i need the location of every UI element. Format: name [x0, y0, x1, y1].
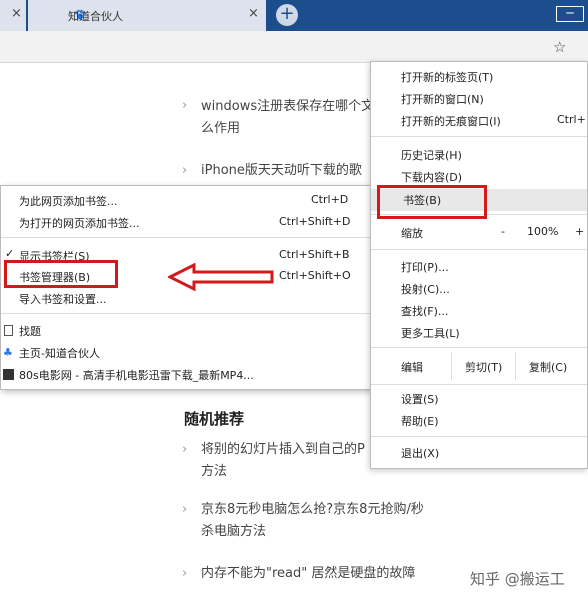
arrow-left-icon: [168, 262, 274, 292]
chevron-right-icon: ›: [182, 442, 188, 457]
watermark: 知乎 @搬运工: [470, 570, 565, 588]
menu-item-shortcut: Ctrl+D: [311, 193, 349, 206]
article-title: 京东8元秒电脑怎么抢?京东8元抢购/秒: [201, 502, 424, 517]
paw-icon: ♣: [3, 346, 13, 359]
menu-divider: [515, 352, 516, 380]
tab-close-icon[interactable]: ×: [11, 6, 22, 21]
menu-item-bookmark-all[interactable]: 为打开的网页添加书签... Ctrl+Shift+D: [1, 212, 371, 234]
menu-item-cast[interactable]: 投射(C)...: [371, 278, 587, 300]
menu-item-label: 退出(X): [401, 447, 440, 460]
menu-item-label: 查找(F)...: [401, 305, 449, 318]
article-title: iPhone版天天动听下载的歌: [201, 163, 362, 178]
new-tab-button[interactable]: +: [276, 4, 298, 26]
menu-item-bookmark-page[interactable]: 为此网页添加书签... Ctrl+D: [1, 190, 371, 212]
chevron-right-icon: ›: [182, 163, 188, 178]
bookmark-item[interactable]: 80s电影网 - 高清手机电影迅雷下载_最新MP4...: [1, 364, 371, 386]
article-title-cont: 方法: [201, 464, 228, 479]
menu-item-more-tools[interactable]: 更多工具(L): [371, 322, 587, 344]
zoom-level: 100%: [527, 225, 559, 238]
menu-item-label: 为此网页添加书签...: [19, 195, 118, 208]
menu-item-shortcut: Ctrl+Shift+B: [279, 248, 350, 261]
copy-button[interactable]: 复制(C): [529, 359, 567, 375]
zoom-out-button[interactable]: -: [501, 225, 505, 238]
menu-item-label: 为打开的网页添加书签...: [19, 217, 140, 230]
menu-item-help[interactable]: 帮助(E): [371, 410, 587, 432]
chevron-right-icon: ›: [182, 566, 188, 581]
zoom-in-button[interactable]: +: [575, 225, 584, 238]
browser-toolbar: ☆: [0, 31, 588, 63]
menu-item-label: 打印(P)...: [401, 261, 449, 274]
menu-item-shortcut: Ctrl+Shift+O: [279, 269, 351, 282]
menu-item-label: 设置(S): [401, 393, 439, 406]
article-link[interactable]: 京东8元秒电脑怎么抢?京东8元抢购/秒 杀电脑方法: [201, 499, 424, 543]
bookmark-label: 找题: [19, 325, 41, 338]
menu-separator: [371, 249, 587, 250]
menu-separator: [371, 384, 587, 385]
cut-button[interactable]: 剪切(T): [465, 359, 502, 375]
menu-item-shortcut: Ctrl+: [557, 113, 586, 126]
article-title: 将别的幻灯片插入到自己的P: [201, 442, 365, 457]
menu-item-label: 帮助(E): [401, 415, 439, 428]
menu-item-label: 导入书签和设置...: [19, 293, 107, 306]
tab-zhidao[interactable]: 知道合伙人 ×: [28, 0, 266, 31]
bookmark-label: 80s电影网 - 高清手机电影迅雷下载_最新MP4...: [19, 369, 254, 382]
menu-item-label: 打开新的标签页(T): [401, 71, 494, 84]
menu-item-label: 打开新的无痕窗口(I): [401, 115, 501, 128]
article-link[interactable]: iPhone版天天动听下载的歌: [201, 160, 362, 182]
article-title-cont: 么作用: [201, 121, 241, 136]
article-link[interactable]: 内存不能为"read" 居然是硬盘的故障: [201, 563, 415, 585]
section-title: 随机推荐: [184, 410, 245, 428]
menu-item-history[interactable]: 历史记录(H): [371, 144, 587, 166]
menu-item-label: 投射(C)...: [401, 283, 450, 296]
menu-item-exit[interactable]: 退出(X): [371, 442, 587, 464]
film-icon: [3, 369, 14, 380]
menu-separator: [371, 136, 587, 137]
browser-main-menu: 打开新的标签页(T) 打开新的窗口(N) 打开新的无痕窗口(I) Ctrl+ 历…: [370, 61, 588, 469]
bookmark-star-icon[interactable]: ☆: [553, 38, 566, 56]
menu-item-label: 更多工具(L): [401, 327, 460, 340]
menu-item-label: 下载内容(D): [401, 171, 463, 184]
menu-separator: [371, 347, 587, 348]
tab-close-icon[interactable]: ×: [248, 6, 259, 21]
menu-item-incognito[interactable]: 打开新的无痕窗口(I) Ctrl+: [371, 110, 587, 132]
tab-label: 知道合伙人: [68, 10, 123, 23]
edit-row: 编辑 剪切(T) 复制(C): [371, 352, 587, 380]
menu-item-find[interactable]: 查找(F)...: [371, 300, 587, 322]
menu-item-print[interactable]: 打印(P)...: [371, 256, 587, 278]
article-title: 内存不能为"read" 居然是硬盘的故障: [201, 566, 416, 581]
article-title: windows注册表保存在哪个文: [201, 99, 375, 114]
article-link[interactable]: 将别的幻灯片插入到自己的P 方法: [201, 439, 365, 483]
menu-item-settings[interactable]: 设置(S): [371, 388, 587, 410]
highlight-box-bookmark-manager: [4, 260, 118, 288]
bookmark-label: 主页-知道合伙人: [19, 347, 100, 360]
menu-divider: [451, 352, 452, 380]
highlight-box-bookmarks: [377, 185, 487, 219]
zoom-label: 缩放: [401, 227, 423, 240]
bookmark-item[interactable]: ♣ 主页-知道合伙人: [1, 342, 371, 364]
chevron-right-icon: ›: [182, 98, 188, 113]
article-link[interactable]: windows注册表保存在哪个文 么作用: [201, 96, 374, 140]
menu-separator: [371, 436, 587, 437]
menu-item-label: 历史记录(H): [401, 149, 462, 162]
menu-separator: [1, 313, 371, 314]
menu-item-shortcut: Ctrl+Shift+D: [279, 215, 351, 228]
edit-label: 编辑: [401, 361, 423, 374]
check-icon: ✓: [5, 247, 15, 260]
menu-item-new-window[interactable]: 打开新的窗口(N): [371, 88, 587, 110]
tab-strip: × 知道合伙人 × + ─: [0, 0, 588, 31]
menu-separator: [1, 237, 371, 238]
chevron-right-icon: ›: [182, 502, 188, 517]
bookmark-item[interactable]: 找题: [1, 320, 371, 342]
window-minimize-button[interactable]: ─: [556, 6, 584, 22]
article-title-cont: 杀电脑方法: [201, 524, 267, 539]
zoom-row: 缩放 - 100% +: [371, 220, 587, 244]
menu-item-label: 打开新的窗口(N): [401, 93, 484, 106]
tab-previous[interactable]: ×: [0, 0, 26, 31]
page-icon: [4, 325, 13, 336]
menu-item-new-tab[interactable]: 打开新的标签页(T): [371, 66, 587, 88]
